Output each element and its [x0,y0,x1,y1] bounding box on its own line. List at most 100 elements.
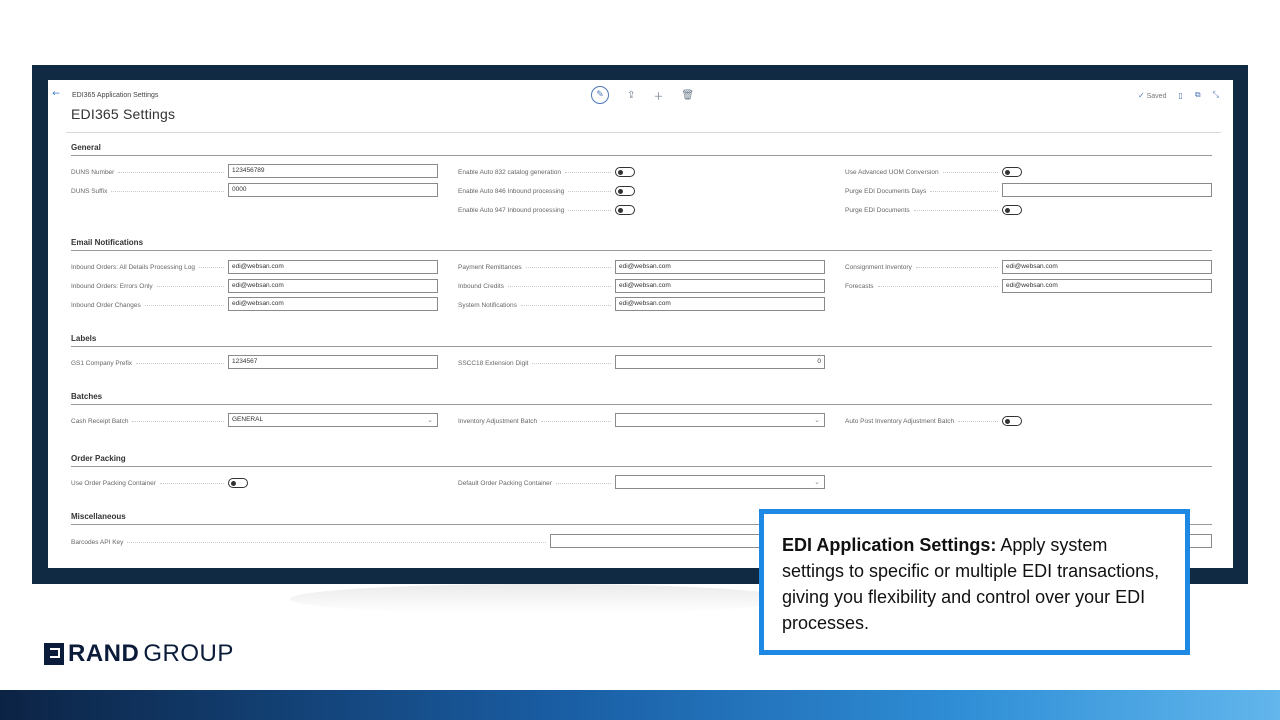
errors-only-field: Inbound Orders: Errors Only [71,280,228,292]
auto832-field: Enable Auto 832 catalog generation [458,166,615,178]
cash-receipt-select[interactable]: GENERAL ⌄ [228,413,438,427]
purge-days-input[interactable] [1002,183,1212,197]
payment-field: Payment Remittances [458,261,615,273]
bookmark-icon[interactable]: ▯ [1178,91,1182,100]
sscc-label: SSCC18 Extension Digit [458,359,529,367]
edit-icon[interactable]: ✎ [591,86,609,104]
auto846-field: Enable Auto 846 Inbound processing [458,185,615,197]
chevron-down-icon: ⌄ [814,416,820,424]
adv-uom-label: Use Advanced UOM Conversion [845,168,939,176]
default-container-select[interactable]: ⌄ [615,475,825,489]
consignment-label: Consignment Inventory [845,263,912,271]
auto-post-toggle[interactable] [1002,416,1022,426]
action-toolbar: ✎ ⇪ ＋ 🗑 [591,86,694,104]
barcodes-label: Barcodes API Key [71,538,124,546]
share-icon[interactable]: ⇪ [627,90,635,101]
footer-gradient-bar [0,690,1280,720]
errors-only-input[interactable]: edi@websan.com [228,279,438,293]
gs1-input[interactable]: 1234567 [228,355,438,369]
section-order-packing[interactable]: Order Packing [71,454,1212,467]
delete-icon[interactable]: 🗑 [681,90,694,101]
auto846-toggle[interactable] [615,186,635,196]
all-details-field: Inbound Orders: All Details Processing L… [71,261,228,273]
adv-uom-toggle[interactable] [1002,167,1022,177]
system-field: System Notifications [458,299,615,311]
chevron-down-icon: ⌄ [814,478,820,486]
default-container-label: Default Order Packing Container [458,479,552,487]
auto947-label: Enable Auto 947 Inbound processing [458,206,565,214]
page-title: EDI365 Settings [71,106,176,122]
inv-adj-label: Inventory Adjustment Batch [458,417,538,425]
consignment-field: Consignment Inventory [845,261,1002,273]
breadcrumb: EDI365 Application Settings [72,92,159,99]
rand-logo-mark [44,643,64,665]
duns-number-label: DUNS Number [71,168,115,176]
errors-only-label: Inbound Orders: Errors Only [71,282,153,290]
gs1-field: GS1 Company Prefix [71,357,228,369]
purge-days-field: Purge EDI Documents Days [845,185,1002,197]
cash-receipt-value: GENERAL [232,416,264,423]
section-batches[interactable]: Batches [71,392,1212,405]
use-container-field: Use Order Packing Container [71,477,228,489]
order-changes-input[interactable]: edi@websan.com [228,297,438,311]
callout-box: EDI Application Settings: Apply system s… [759,509,1190,655]
frame-shadow [290,584,790,614]
inv-adj-select[interactable]: ⌄ [615,413,825,427]
sscc-input[interactable]: 0 [615,355,825,369]
duns-number-field: DUNS Number [71,166,228,178]
payment-input[interactable]: edi@websan.com [615,260,825,274]
barcodes-field: Barcodes API Key [71,536,550,548]
section-labels[interactable]: Labels [71,334,1212,347]
logo-rand: RAND [68,640,140,667]
auto-post-field: Auto Post Inventory Adjustment Batch [845,415,1002,427]
sscc-field: SSCC18 Extension Digit [458,357,615,369]
forecasts-input[interactable]: edi@websan.com [1002,279,1212,293]
cash-receipt-field: Cash Receipt Batch [71,415,228,427]
collapse-icon[interactable]: ⤡ [1213,90,1219,100]
bc-settings-page: EDI365 Application Settings EDI365 Setti… [48,80,1233,568]
credits-field: Inbound Credits [458,280,615,292]
section-general[interactable]: General [71,143,1212,156]
inv-adj-field: Inventory Adjustment Batch [458,415,615,427]
auto832-label: Enable Auto 832 catalog generation [458,168,562,176]
default-container-field: Default Order Packing Container [458,477,615,489]
logo-group: GROUP [143,640,234,667]
chevron-down-icon: ⌄ [427,416,433,424]
add-icon[interactable]: ＋ [653,88,663,103]
page-status-tools: ✓ Saved ▯ ⧉ ⤡ [1138,90,1219,100]
header-divider [66,132,1221,133]
duns-suffix-field: DUNS Suffix [71,185,228,197]
credits-label: Inbound Credits [458,282,504,290]
order-changes-field: Inbound Order Changes [71,299,228,311]
section-email-notifications[interactable]: Email Notifications [71,238,1212,251]
auto-post-label: Auto Post Inventory Adjustment Batch [845,417,955,425]
purge-docs-toggle[interactable] [1002,205,1022,215]
all-details-input[interactable]: edi@websan.com [228,260,438,274]
saved-status: ✓ Saved [1138,91,1167,100]
system-label: System Notifications [458,301,517,309]
all-details-label: Inbound Orders: All Details Processing L… [71,263,195,271]
credits-input[interactable]: edi@websan.com [615,279,825,293]
purge-docs-field: Purge EDI Documents [845,204,1002,216]
back-arrow-icon[interactable]: ← [50,88,62,100]
saved-label: Saved [1146,92,1167,100]
auto947-toggle[interactable] [615,205,635,215]
payment-label: Payment Remittances [458,263,522,271]
duns-suffix-input[interactable]: 0000 [228,183,438,197]
purge-days-label: Purge EDI Documents Days [845,187,927,195]
use-container-label: Use Order Packing Container [71,479,156,487]
forecasts-label: Forecasts [845,282,874,290]
cash-receipt-label: Cash Receipt Batch [71,417,129,425]
use-container-toggle[interactable] [228,478,248,488]
open-new-window-icon[interactable]: ⧉ [1195,90,1201,100]
forecasts-field: Forecasts [845,280,1002,292]
callout-heading: EDI Application Settings: [782,535,997,555]
adv-uom-field: Use Advanced UOM Conversion [845,166,1002,178]
system-input[interactable]: edi@websan.com [615,297,825,311]
check-icon: ✓ [1137,90,1145,100]
consignment-input[interactable]: edi@websan.com [1002,260,1212,274]
gs1-label: GS1 Company Prefix [71,359,133,367]
auto832-toggle[interactable] [615,167,635,177]
auto947-field: Enable Auto 947 Inbound processing [458,204,615,216]
duns-number-input[interactable]: 123456789 [228,164,438,178]
